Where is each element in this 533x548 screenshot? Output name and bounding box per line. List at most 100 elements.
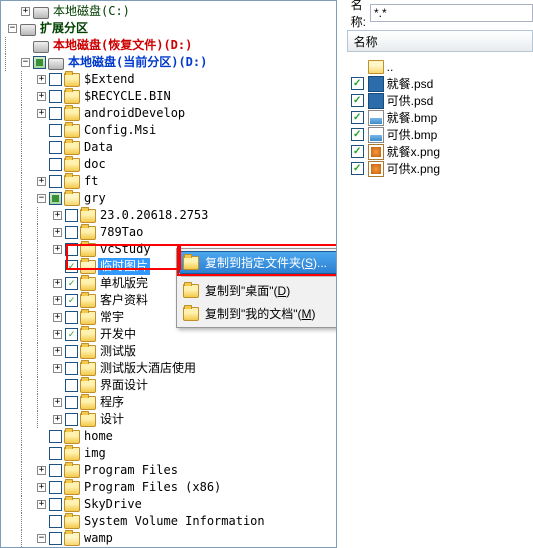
expander-icon[interactable]: + (53, 398, 62, 407)
search-input[interactable] (370, 4, 533, 22)
expander-icon[interactable]: + (21, 7, 30, 16)
expander-icon[interactable]: − (8, 24, 17, 33)
checkbox[interactable] (33, 56, 46, 69)
checkbox[interactable] (49, 515, 62, 528)
expander-icon[interactable]: + (37, 500, 46, 509)
expander-icon[interactable]: + (53, 415, 62, 424)
list-item[interactable]: .. (351, 58, 533, 75)
expander-icon[interactable]: − (37, 534, 46, 543)
tree-item[interactable]: 测试版大酒店使用 (98, 360, 198, 377)
tree-item[interactable]: androidDevelop (82, 105, 187, 122)
expander-icon[interactable]: + (37, 92, 46, 101)
expander-icon[interactable]: + (37, 483, 46, 492)
expander-icon[interactable]: + (53, 211, 62, 220)
checkbox[interactable] (49, 532, 62, 545)
checkbox[interactable] (65, 413, 78, 426)
tree-item[interactable]: 设计 (98, 411, 126, 428)
tree-item[interactable]: wamp (82, 530, 115, 547)
tree-item[interactable]: 程序 (98, 394, 126, 411)
list-item[interactable]: 可供.bmp (351, 126, 533, 143)
tree-item[interactable]: 单机版完 (98, 275, 150, 292)
checkbox[interactable] (65, 328, 78, 341)
expander-icon[interactable]: − (37, 194, 46, 203)
expander-icon[interactable]: + (53, 279, 62, 288)
tree-item[interactable]: home (82, 428, 115, 445)
checkbox[interactable] (65, 362, 78, 375)
checkbox[interactable] (49, 481, 62, 494)
tree-item-selected[interactable]: 临时图片 (98, 258, 150, 275)
menu-copy-to-folder[interactable]: 复制到指定文件夹(S)... (179, 251, 337, 274)
checkbox[interactable] (65, 209, 78, 222)
tree-item[interactable]: ft (82, 173, 100, 190)
checkbox[interactable] (65, 226, 78, 239)
expander-icon[interactable]: + (37, 466, 46, 475)
checkbox[interactable] (351, 162, 364, 175)
column-header-name[interactable]: 名称 (347, 30, 533, 52)
checkbox[interactable] (65, 260, 78, 273)
checkbox[interactable] (49, 447, 62, 460)
tree-item[interactable]: 789Tao (98, 224, 145, 241)
expander-icon[interactable]: + (53, 228, 62, 237)
list-item[interactable]: 就餐.psd (351, 75, 533, 92)
tree-item[interactable]: 常宇 (98, 309, 126, 326)
checkbox[interactable] (65, 243, 78, 256)
checkbox[interactable] (49, 107, 62, 120)
tree-item[interactable]: gry (82, 190, 108, 207)
checkbox[interactable] (49, 498, 62, 511)
tree-item[interactable]: $Extend (82, 71, 137, 88)
list-item[interactable]: 就餐.bmp (351, 109, 533, 126)
checkbox[interactable] (65, 311, 78, 324)
tree-item[interactable]: 开发中 (98, 326, 138, 343)
tree-item[interactable]: $RECYCLE.BIN (82, 88, 173, 105)
tree-item[interactable]: Program Files (82, 462, 180, 479)
menu-copy-to-desktop[interactable]: 复制到"桌面"(D) (179, 279, 337, 302)
checkbox[interactable] (49, 73, 62, 86)
tree-item[interactable]: 23.0.20618.2753 (98, 207, 210, 224)
tree-item[interactable]: Data (82, 139, 115, 156)
expander-icon[interactable]: + (53, 347, 62, 356)
tree-item[interactable]: Program Files (x86) (82, 479, 223, 496)
checkbox[interactable] (49, 175, 62, 188)
expander-icon[interactable]: + (53, 330, 62, 339)
checkbox[interactable] (49, 90, 62, 103)
expander-icon[interactable]: + (37, 75, 46, 84)
checkbox[interactable] (65, 379, 78, 392)
expander-icon[interactable]: + (53, 296, 62, 305)
checkbox[interactable] (351, 77, 364, 90)
checkbox[interactable] (351, 111, 364, 124)
menu-copy-to-docs[interactable]: 复制到"我的文档"(M) (179, 302, 337, 325)
tree-item[interactable]: 界面设计 (98, 377, 150, 394)
expander-icon[interactable]: + (53, 364, 62, 373)
expander-icon[interactable]: + (53, 245, 62, 254)
checkbox[interactable] (351, 94, 364, 107)
tree-label-d2[interactable]: 本地磁盘(当前分区)(D:) (66, 54, 209, 71)
tree-item[interactable]: 测试版 (98, 343, 138, 360)
checkbox[interactable] (49, 464, 62, 477)
checkbox[interactable] (65, 294, 78, 307)
expander-icon[interactable]: + (37, 109, 46, 118)
tree-item[interactable]: Config.Msi (82, 122, 158, 139)
tree-item[interactable]: SkyDrive (82, 496, 144, 513)
checkbox[interactable] (49, 158, 62, 171)
tree-label-c[interactable]: 本地磁盘(C:) (51, 3, 132, 20)
context-menu[interactable]: 复制到指定文件夹(S)... 复制到"桌面"(D) 复制到"我的文档"(M) (176, 248, 337, 328)
checkbox[interactable] (351, 128, 364, 141)
checkbox[interactable] (49, 430, 62, 443)
expander-icon[interactable]: + (53, 313, 62, 322)
checkbox[interactable] (351, 145, 364, 158)
checkbox[interactable] (49, 124, 62, 137)
checkbox[interactable] (65, 345, 78, 358)
checkbox[interactable] (49, 141, 62, 154)
list-item[interactable]: 可供.psd (351, 92, 533, 109)
checkbox[interactable] (49, 192, 62, 205)
list-item[interactable]: 就餐x.png (351, 143, 533, 160)
list-item[interactable]: 可供x.png (351, 160, 533, 177)
tree-item[interactable]: img (82, 445, 108, 462)
expander-icon[interactable]: − (21, 58, 30, 67)
checkbox[interactable] (65, 277, 78, 290)
tree-label-d[interactable]: 本地磁盘(恢复文件)(D:) (51, 37, 194, 54)
tree-item[interactable]: 客户资料 (98, 292, 150, 309)
tree-item[interactable]: doc (82, 156, 108, 173)
expander-icon[interactable]: + (37, 177, 46, 186)
tree-label-ext[interactable]: 扩展分区 (38, 20, 90, 37)
